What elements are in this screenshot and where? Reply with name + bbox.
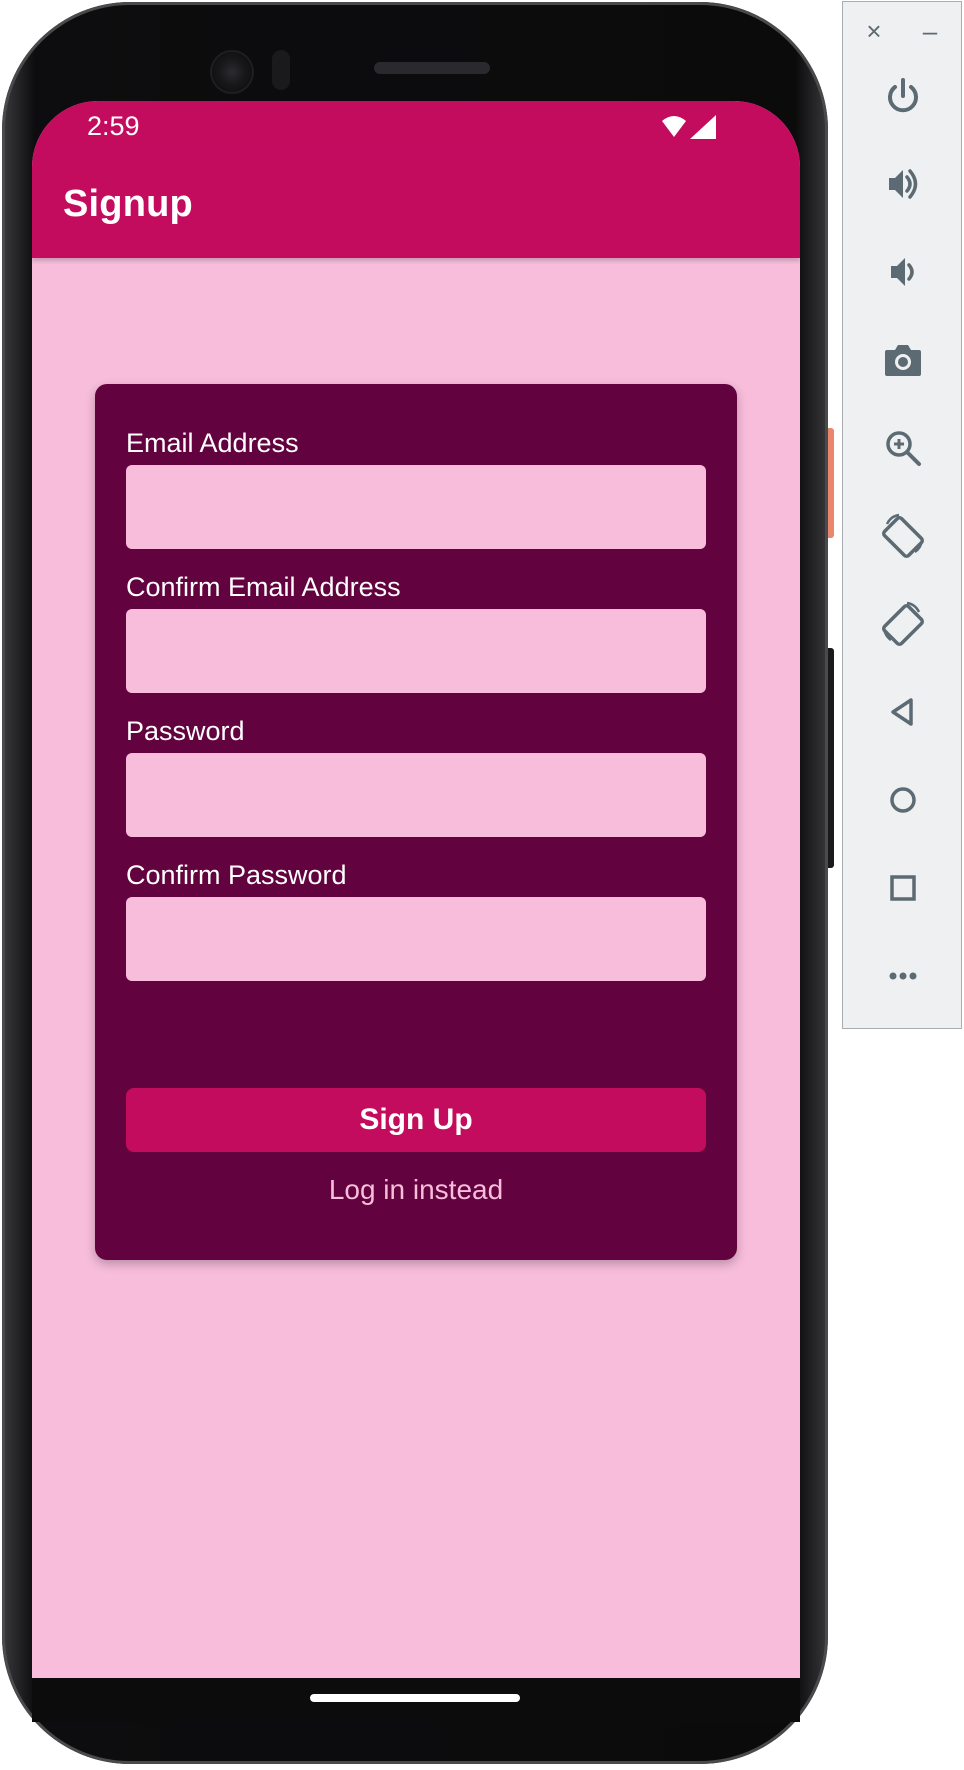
more-icon [889,972,917,980]
back-button[interactable] [873,682,933,742]
emulator-control-panel: × – [842,1,962,1029]
volume-down-button[interactable] [873,242,933,302]
overview-button[interactable] [873,858,933,918]
password-field[interactable] [126,753,706,837]
status-time: 2:59 [87,111,140,141]
log-in-instead-link[interactable]: Log in instead [126,1174,706,1206]
screenshot-button[interactable] [873,330,933,390]
earpiece-speaker [374,62,490,74]
confirm-password-field[interactable] [126,897,706,981]
rotate-right-button[interactable] [873,594,933,654]
power-button[interactable] [873,66,933,126]
device-screen: 2:59 Signup Email Address Confirm Email … [32,101,800,1678]
home-button[interactable] [873,770,933,830]
rotate-right-icon [881,601,925,647]
wifi-icon [662,116,686,137]
overview-icon [890,875,916,901]
page-title: Signup [63,183,193,225]
home-gesture-handle[interactable] [310,1694,520,1702]
confirm-email-field[interactable] [126,609,706,693]
back-icon [891,698,913,726]
camera-icon [885,345,921,376]
rotate-left-button[interactable] [873,506,933,566]
email-label: Email Address [126,428,299,458]
front-camera [212,52,252,92]
volume-down-icon [891,258,914,286]
home-icon [890,787,916,813]
close-icon[interactable]: × [859,16,889,46]
cellular-signal-icon [690,115,716,139]
volume-up-icon [889,169,918,199]
app-bar: Signup [32,155,800,258]
confirm-email-label: Confirm Email Address [126,572,401,602]
signup-card: Email Address Confirm Email Address Pass… [95,384,737,1260]
status-bar: 2:59 [32,101,800,155]
zoom-button[interactable] [873,418,933,478]
proximity-sensor [272,50,290,90]
sign-up-button[interactable]: Sign Up [126,1088,706,1152]
stage: 2:59 Signup Email Address Confirm Email … [0,0,964,1770]
confirm-password-label: Confirm Password [126,860,347,890]
email-field[interactable] [126,465,706,549]
rotate-left-icon [881,513,925,559]
zoom-in-icon [886,431,921,466]
volume-up-button[interactable] [873,154,933,214]
status-icons [662,115,716,139]
minimize-icon[interactable]: – [915,16,945,46]
password-label: Password [126,716,245,746]
more-button[interactable] [873,946,933,1006]
power-icon [888,78,918,113]
